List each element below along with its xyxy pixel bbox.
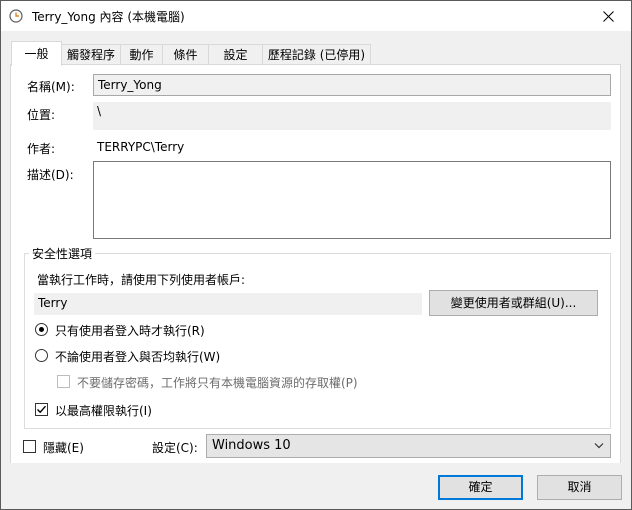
general-tab-panel: 名稱(M): Terry_Yong 位置: \ 作者: TERRYPC\Terr… (10, 64, 621, 464)
highest-privileges-label[interactable]: 以最高權限執行(I) (55, 402, 152, 419)
radio-run-when-logged-on-label[interactable]: 只有使用者登入時才執行(R) (55, 322, 205, 339)
checkmark-icon (37, 405, 47, 414)
radio-selected-dot (39, 327, 44, 332)
task-properties-window: Terry_Yong 內容 (本機電腦) 一般 觸發程序 動作 條件 設定 歷程… (0, 0, 632, 510)
highest-privileges-checkbox[interactable] (35, 403, 48, 416)
hidden-checkbox[interactable] (23, 440, 36, 453)
user-account-field: Terry (34, 293, 422, 315)
configure-for-select[interactable]: Windows 10 (206, 434, 611, 458)
radio-run-whether-logged-on[interactable] (35, 349, 48, 362)
location-label: 位置: (27, 108, 56, 122)
window-title: Terry_Yong 內容 (本機電腦) (32, 10, 185, 24)
security-group-title: 安全性選項 (29, 245, 96, 262)
configure-label: 設定(C): (152, 441, 198, 455)
ok-button[interactable]: 確定 (438, 475, 523, 500)
tab-settings[interactable]: 設定 (208, 44, 263, 64)
description-textarea[interactable] (93, 161, 611, 239)
title-bar[interactable]: Terry_Yong 內容 (本機電腦) (1, 1, 631, 31)
configure-value: Windows 10 (212, 438, 291, 453)
change-user-button[interactable]: 變更使用者或群組(U)... (429, 290, 598, 316)
chevron-down-icon (594, 443, 604, 449)
description-label: 描述(D): (27, 168, 74, 182)
tab-actions[interactable]: 動作 (120, 44, 163, 64)
tab-strip: 一般 觸發程序 動作 條件 設定 歷程記錄 (已停用) (1, 31, 631, 66)
tab-history[interactable]: 歷程記錄 (已停用) (262, 44, 371, 64)
run-as-prompt: 當執行工作時，請使用下列使用者帳戶: (37, 273, 246, 287)
close-button[interactable] (585, 1, 631, 31)
radio-run-when-logged-on[interactable] (35, 323, 48, 336)
no-store-password-label[interactable]: 不要儲存密碼，工作將只有本機電腦資源的存取權(P) (77, 374, 358, 391)
close-icon (602, 10, 614, 22)
author-value: TERRYPC\Terry (97, 140, 185, 154)
location-field: \ (93, 102, 611, 130)
no-store-password-checkbox[interactable] (57, 375, 70, 388)
hidden-label[interactable]: 隱藏(E) (43, 439, 84, 456)
name-field[interactable]: Terry_Yong (93, 74, 611, 96)
radio-run-whether-logged-on-label[interactable]: 不論使用者登入與否均執行(W) (55, 348, 220, 365)
dialog-button-bar: 確定 取消 (1, 463, 631, 509)
tab-general[interactable]: 一般 (11, 41, 62, 66)
cancel-button[interactable]: 取消 (537, 475, 622, 500)
author-label: 作者: (27, 142, 56, 156)
tab-triggers[interactable]: 觸發程序 (61, 44, 121, 64)
clock-icon (9, 9, 23, 23)
tab-conditions[interactable]: 條件 (162, 44, 209, 64)
name-label: 名稱(M): (27, 80, 75, 94)
